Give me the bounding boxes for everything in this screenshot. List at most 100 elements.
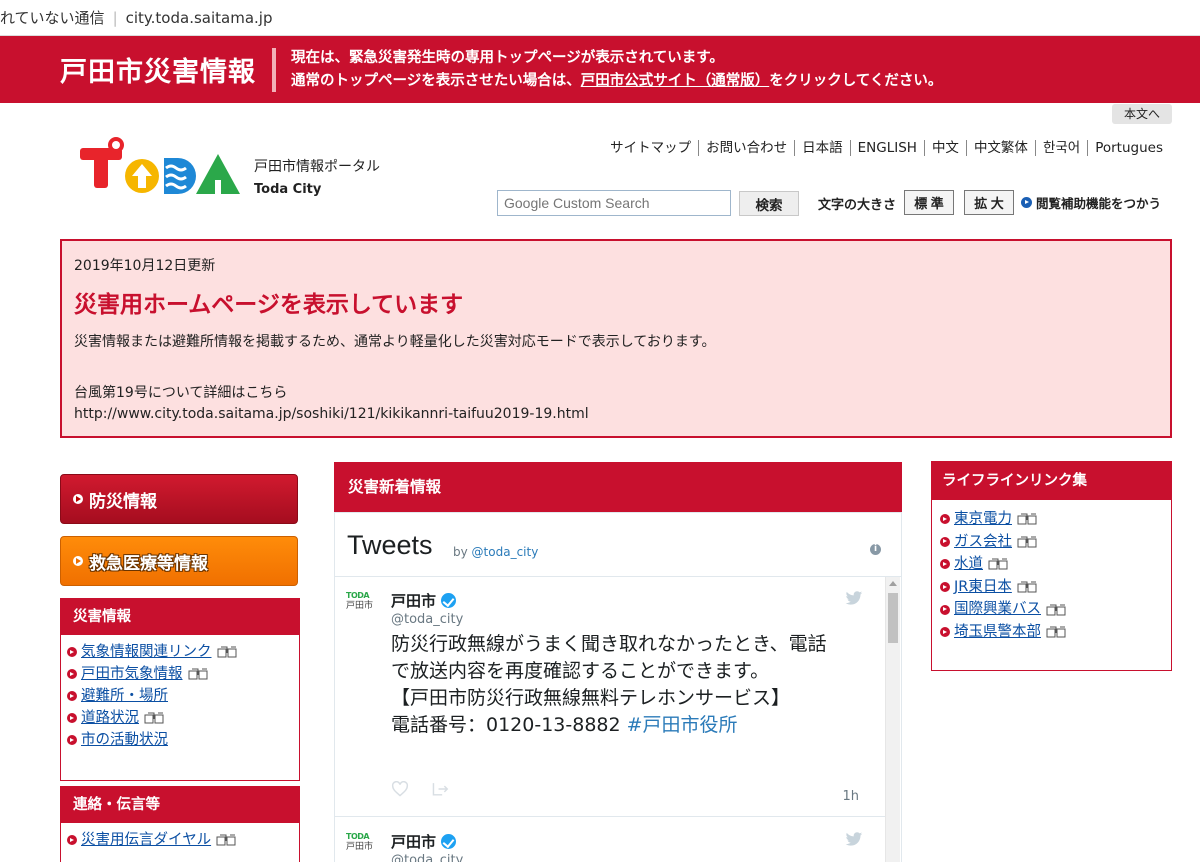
tweet[interactable]: TODA 戸田市 戸田市 @toda_city 防災行政無線がうまく聞き取れなか…	[335, 577, 887, 817]
lifeline-header: ライフラインリンク集	[932, 462, 1171, 500]
bullet-arrow-icon	[940, 582, 950, 593]
tweet-line: 防災行政無線がうまく聞き取れなかったとき、電話	[391, 633, 827, 655]
security-status[interactable]: れていない通信	[0, 7, 105, 28]
assist-arrow-icon	[1021, 197, 1032, 208]
link-saitama-police[interactable]: 埼玉県警本部	[954, 621, 1041, 644]
tweet-handle[interactable]: @toda_city	[391, 853, 463, 862]
external-link-icon	[144, 712, 164, 724]
info-icon[interactable]: i	[870, 544, 881, 555]
tweet-actions	[391, 781, 449, 797]
list-item: 災害用伝言ダイヤル	[67, 829, 299, 851]
like-heart-icon[interactable]	[391, 781, 409, 797]
search-button[interactable]: 検索	[739, 191, 799, 216]
tweet-line: 【戸田市防災行政無線無料テレホンサービス】	[391, 687, 791, 709]
link-road-status[interactable]: 道路状況	[81, 707, 139, 729]
verified-badge-icon	[441, 593, 457, 608]
nav-chinese-simplified[interactable]: 中文	[923, 140, 966, 156]
disaster-prevention-label: 防災情報	[89, 491, 157, 512]
list-item: 市の活動状況	[67, 729, 299, 751]
font-size-standard-button[interactable]: 標 準	[904, 190, 954, 215]
disaster-prevention-button[interactable]: 防災情報	[60, 474, 298, 524]
link-message-dial[interactable]: 災害用伝言ダイヤル	[81, 829, 211, 851]
nav-english[interactable]: ENGLISH	[849, 140, 924, 156]
logo-city-text: Toda City	[254, 182, 322, 197]
twitter-timeline[interactable]: Tweets by @toda_city i TODA 戸田市 戸田市 @tod…	[334, 512, 902, 862]
external-link-icon	[217, 646, 236, 658]
tweet-text: 防災行政無線がうまく聞き取れなかったとき、電話 で放送内容を再度確認することがで…	[391, 631, 871, 739]
bullet-arrow-icon	[940, 627, 950, 638]
font-size-large-button[interactable]: 拡 大	[964, 190, 1014, 215]
alert-headline: 災害用ホームページを表示しています	[74, 292, 464, 318]
bullet-arrow-icon	[67, 713, 77, 723]
bullet-arrow-icon	[67, 669, 77, 679]
alert-updated-date: 2019年10月12日更新	[74, 258, 216, 274]
timeline-handle-link[interactable]: @toda_city	[472, 545, 539, 559]
avatar-logo: TODA	[346, 591, 370, 600]
bullet-arrow-icon	[67, 647, 77, 657]
url-text[interactable]: city.toda.saitama.jp	[126, 9, 273, 27]
external-link-icon	[1017, 536, 1037, 548]
alert-typhoon-text: 台風第19号について詳細はこちら	[74, 385, 288, 401]
tweet-author[interactable]: 戸田市	[391, 831, 457, 852]
list-item: 埼玉県警本部	[940, 621, 1171, 644]
bullet-arrow-icon	[67, 835, 77, 845]
tweet-author-name: 戸田市	[391, 833, 437, 851]
nav-portuguese[interactable]: Portugues	[1087, 140, 1170, 156]
tweet[interactable]: TODA 戸田市 戸田市 @toda_city	[335, 818, 887, 862]
tweet-author-name: 戸田市	[391, 592, 437, 610]
bullet-arrow-icon	[940, 559, 950, 570]
link-city-activity[interactable]: 市の活動状況	[81, 729, 168, 751]
twitter-bird-icon[interactable]	[845, 591, 863, 606]
search-input[interactable]	[497, 190, 731, 216]
list-item: 気象情報関連リンク	[67, 641, 299, 663]
avatar[interactable]: TODA 戸田市	[346, 591, 382, 611]
nav-sitemap[interactable]: サイトマップ	[603, 140, 698, 156]
toda-logo[interactable]: 戸田市情報ポータル Toda City	[78, 136, 398, 202]
nav-contact[interactable]: お問い合わせ	[698, 140, 794, 156]
list-item: 道路状況	[67, 707, 299, 729]
bullet-arrow-icon	[940, 604, 950, 615]
link-kokusai-bus[interactable]: 国際興業バス	[954, 598, 1041, 621]
external-link-icon	[216, 834, 236, 846]
twitter-bird-icon[interactable]	[845, 832, 863, 847]
external-link-icon	[1017, 581, 1037, 593]
banner-title: 戸田市災害情報	[60, 57, 256, 88]
nav-japanese[interactable]: 日本語	[794, 140, 850, 156]
contact-message-header: 連絡・伝言等	[61, 787, 299, 823]
tweet-line: で放送内容を再度確認することができます。	[391, 660, 770, 682]
link-jr-east[interactable]: JR東日本	[954, 576, 1012, 599]
timeline-scrollbar[interactable]	[885, 577, 900, 862]
timeline-by-label: by	[453, 545, 468, 559]
disaster-info-list: 気象情報関連リンク 戸田市気象情報 避難所・場所 道路状況 市の活動状況	[61, 635, 299, 755]
accessibility-assist-link[interactable]: 閲覧補助機能をつかう	[1021, 193, 1161, 212]
list-item: JR東日本	[940, 576, 1171, 599]
tweet-author[interactable]: 戸田市	[391, 590, 457, 611]
tweet-line: 電話番号：0120-13-8882 #戸田市役所	[391, 712, 871, 739]
tweet-handle[interactable]: @toda_city	[391, 612, 463, 627]
scroll-up-arrow-icon[interactable]	[889, 581, 897, 586]
emergency-medical-button[interactable]: 救急医療等情報	[60, 536, 298, 586]
nav-chinese-traditional[interactable]: 中文繁体	[965, 140, 1035, 156]
font-size-label: 文字の大きさ	[818, 198, 897, 213]
link-weather-related[interactable]: 気象情報関連リンク	[81, 641, 212, 663]
link-water[interactable]: 水道	[954, 553, 983, 576]
normal-site-link[interactable]: 戸田市公式サイト（通常版）	[581, 73, 770, 89]
link-tepco[interactable]: 東京電力	[954, 508, 1012, 531]
avatar[interactable]: TODA 戸田市	[346, 832, 382, 852]
skip-to-content-link[interactable]: 本文へ	[1112, 104, 1172, 124]
link-shelters[interactable]: 避難所・場所	[81, 685, 168, 707]
tweet-timestamp[interactable]: 1h	[842, 789, 859, 804]
avatar-logo: TODA	[346, 832, 370, 841]
list-item: 国際興業バス	[940, 598, 1171, 621]
scrollbar-thumb[interactable]	[888, 593, 898, 643]
link-gas[interactable]: ガス会社	[954, 531, 1012, 554]
avatar-label: 戸田市	[346, 842, 374, 852]
link-toda-weather[interactable]: 戸田市気象情報	[81, 663, 183, 685]
disaster-banner: 戸田市災害情報 現在は、緊急災害発生時の専用トップページが表示されています。 通…	[0, 36, 1200, 103]
browser-address-bar[interactable]: れていない通信 | city.toda.saitama.jp	[0, 0, 1200, 36]
tweet-hashtag[interactable]: #戸田市役所	[627, 714, 738, 736]
share-icon[interactable]	[431, 781, 449, 797]
external-link-icon	[988, 558, 1008, 570]
nav-korean[interactable]: 한국어	[1034, 140, 1087, 156]
external-link-icon	[188, 668, 207, 680]
